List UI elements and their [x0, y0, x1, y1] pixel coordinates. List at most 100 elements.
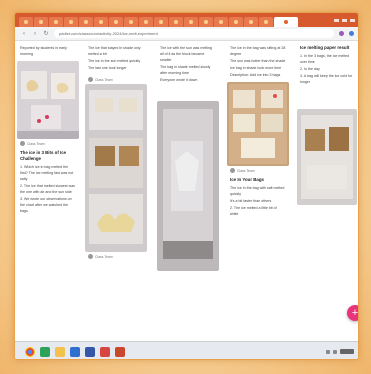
bread-ice-image	[85, 84, 147, 252]
browser-tab[interactable]	[79, 17, 93, 27]
network-icon[interactable]	[326, 349, 330, 354]
browser-tab[interactable]	[19, 17, 33, 27]
post-card[interactable]: Ice melting paper result 1. In the 3 bag…	[297, 41, 357, 85]
clock[interactable]	[340, 349, 354, 354]
padlet-board: Reported by students in early morning Cl…	[15, 41, 358, 341]
browser-tab[interactable]	[169, 17, 183, 27]
browser-tab-active[interactable]	[274, 17, 298, 27]
post-title: The ice in 3 Bits of Ice Challenge	[20, 150, 67, 161]
post-photo	[157, 101, 219, 271]
post-author: Class Team	[85, 252, 147, 261]
browser-tab[interactable]	[214, 17, 228, 27]
tab-favicon-icon	[284, 20, 288, 24]
post-text: Reported by students in early morning	[20, 46, 67, 56]
tab-favicon-icon	[99, 20, 103, 24]
post-card[interactable]: Class Team Class Team	[85, 75, 147, 261]
photos-icon[interactable]	[100, 346, 110, 357]
edge-icon[interactable]	[40, 346, 50, 357]
post-photo	[227, 82, 289, 166]
post-line: The ice with the sun was melting all of …	[160, 46, 212, 62]
tab-favicon-icon	[129, 20, 133, 24]
post-card[interactable]: The ice in the bag was sitting at 28 deg…	[227, 41, 289, 78]
author-name: Class Team	[95, 77, 113, 82]
mail-icon[interactable]	[70, 346, 80, 357]
extension-icon[interactable]	[339, 31, 344, 36]
taskbar	[15, 341, 358, 359]
window-controls	[334, 18, 358, 22]
browser-tab[interactable]	[124, 17, 138, 27]
screen: ‹ › ↻ padlet.com/classroom/activity-2024…	[14, 12, 359, 360]
post-card[interactable]: Class Team The ice in 3 Bits of Ice Chal…	[17, 61, 79, 214]
padlet-column: The ice in the bag was sitting at 28 deg…	[227, 41, 289, 221]
post-line: Everyone wrote it down	[160, 78, 198, 82]
tab-favicon-icon	[84, 20, 88, 24]
post-card[interactable]: Reported by students in early morning	[17, 41, 79, 57]
browser-tab[interactable]	[109, 17, 123, 27]
ice-tray-image	[227, 82, 289, 166]
reload-icon[interactable]: ↻	[43, 30, 49, 37]
post-line: 2. In the day	[300, 67, 320, 71]
add-post-button[interactable]: +	[347, 305, 358, 321]
tab-favicon-icon	[114, 20, 118, 24]
post-line: Description: Add ice into 3 bags	[230, 73, 281, 77]
close-icon[interactable]	[350, 18, 355, 22]
post-line: 2. The ice melted a little bit of white	[230, 206, 277, 216]
browser-tab[interactable]	[154, 17, 168, 27]
minimize-icon[interactable]	[334, 18, 339, 22]
bread-bags-image	[297, 109, 357, 205]
post-line: The bag in shade melted slowly after mor…	[160, 65, 211, 75]
maximize-icon[interactable]	[342, 18, 347, 22]
tab-favicon-icon	[234, 20, 238, 24]
post-line: The last one took longer	[88, 66, 127, 70]
post-card[interactable]: Class Team Ice In Your Bags The ice in t…	[227, 82, 289, 217]
powerpoint-icon[interactable]	[115, 346, 125, 357]
tab-favicon-icon	[144, 20, 148, 24]
post-body: The ice that stayed in shade only melted…	[85, 41, 147, 71]
ice-in-bag-image	[157, 101, 219, 271]
post-card[interactable]: The ice with the sun was melting all of …	[157, 41, 219, 83]
post-author: Class Team	[227, 166, 289, 175]
post-photo	[85, 84, 147, 252]
avatar	[88, 77, 93, 82]
url-input[interactable]: padlet.com/classroom/activity-2024/ice-m…	[54, 29, 334, 38]
post-line: The sun was hotter than the shade	[230, 59, 286, 63]
post-body: The ice in the bag with salt melted quic…	[227, 185, 289, 217]
post-line: 1. In the 3 bags, the ice melted over ti…	[300, 54, 350, 64]
browser-tab[interactable]	[244, 17, 258, 27]
post-line: The ice in the sun melted quickly	[88, 59, 141, 63]
padlet-column: Ice melting paper result 1. In the 3 bag…	[297, 41, 357, 209]
post-card[interactable]	[157, 101, 219, 271]
avatar	[230, 168, 235, 173]
browser-tab[interactable]	[229, 17, 243, 27]
browser-tab[interactable]	[49, 17, 63, 27]
browser-tab[interactable]	[259, 17, 273, 27]
store-icon[interactable]	[85, 346, 95, 357]
post-title: Ice melting paper result	[300, 45, 350, 50]
post-card[interactable]: The ice that stayed in shade only melted…	[85, 41, 147, 71]
post-author: Class Team	[85, 75, 147, 84]
padlet-column: The ice with the sun was melting all of …	[157, 41, 219, 275]
post-title: Ice In Your Bags	[230, 177, 264, 182]
tab-favicon-icon	[39, 20, 43, 24]
post-body: The ice in the bag was sitting at 28 deg…	[227, 41, 289, 78]
post-line: 3. We wrote our observations on the char…	[20, 197, 72, 213]
browser-tab[interactable]	[94, 17, 108, 27]
files-icon[interactable]	[55, 346, 65, 357]
post-photo	[297, 109, 357, 205]
post-photo	[17, 61, 79, 139]
browser-tab[interactable]	[139, 17, 153, 27]
browser-tab[interactable]	[184, 17, 198, 27]
chrome-icon[interactable]	[25, 346, 35, 357]
avatar	[88, 254, 93, 259]
browser-tab[interactable]	[199, 17, 213, 27]
browser-tab[interactable]	[64, 17, 78, 27]
post-card[interactable]	[297, 109, 357, 205]
post-line: The ice that stayed in shade only melted…	[88, 46, 141, 56]
volume-icon[interactable]	[333, 349, 337, 354]
browser-tab[interactable]	[34, 17, 48, 27]
profile-icon[interactable]	[349, 31, 354, 36]
back-icon[interactable]: ‹	[21, 31, 27, 37]
forward-icon[interactable]: ›	[32, 31, 38, 37]
tab-favicon-icon	[219, 20, 223, 24]
tab-favicon-icon	[54, 20, 58, 24]
